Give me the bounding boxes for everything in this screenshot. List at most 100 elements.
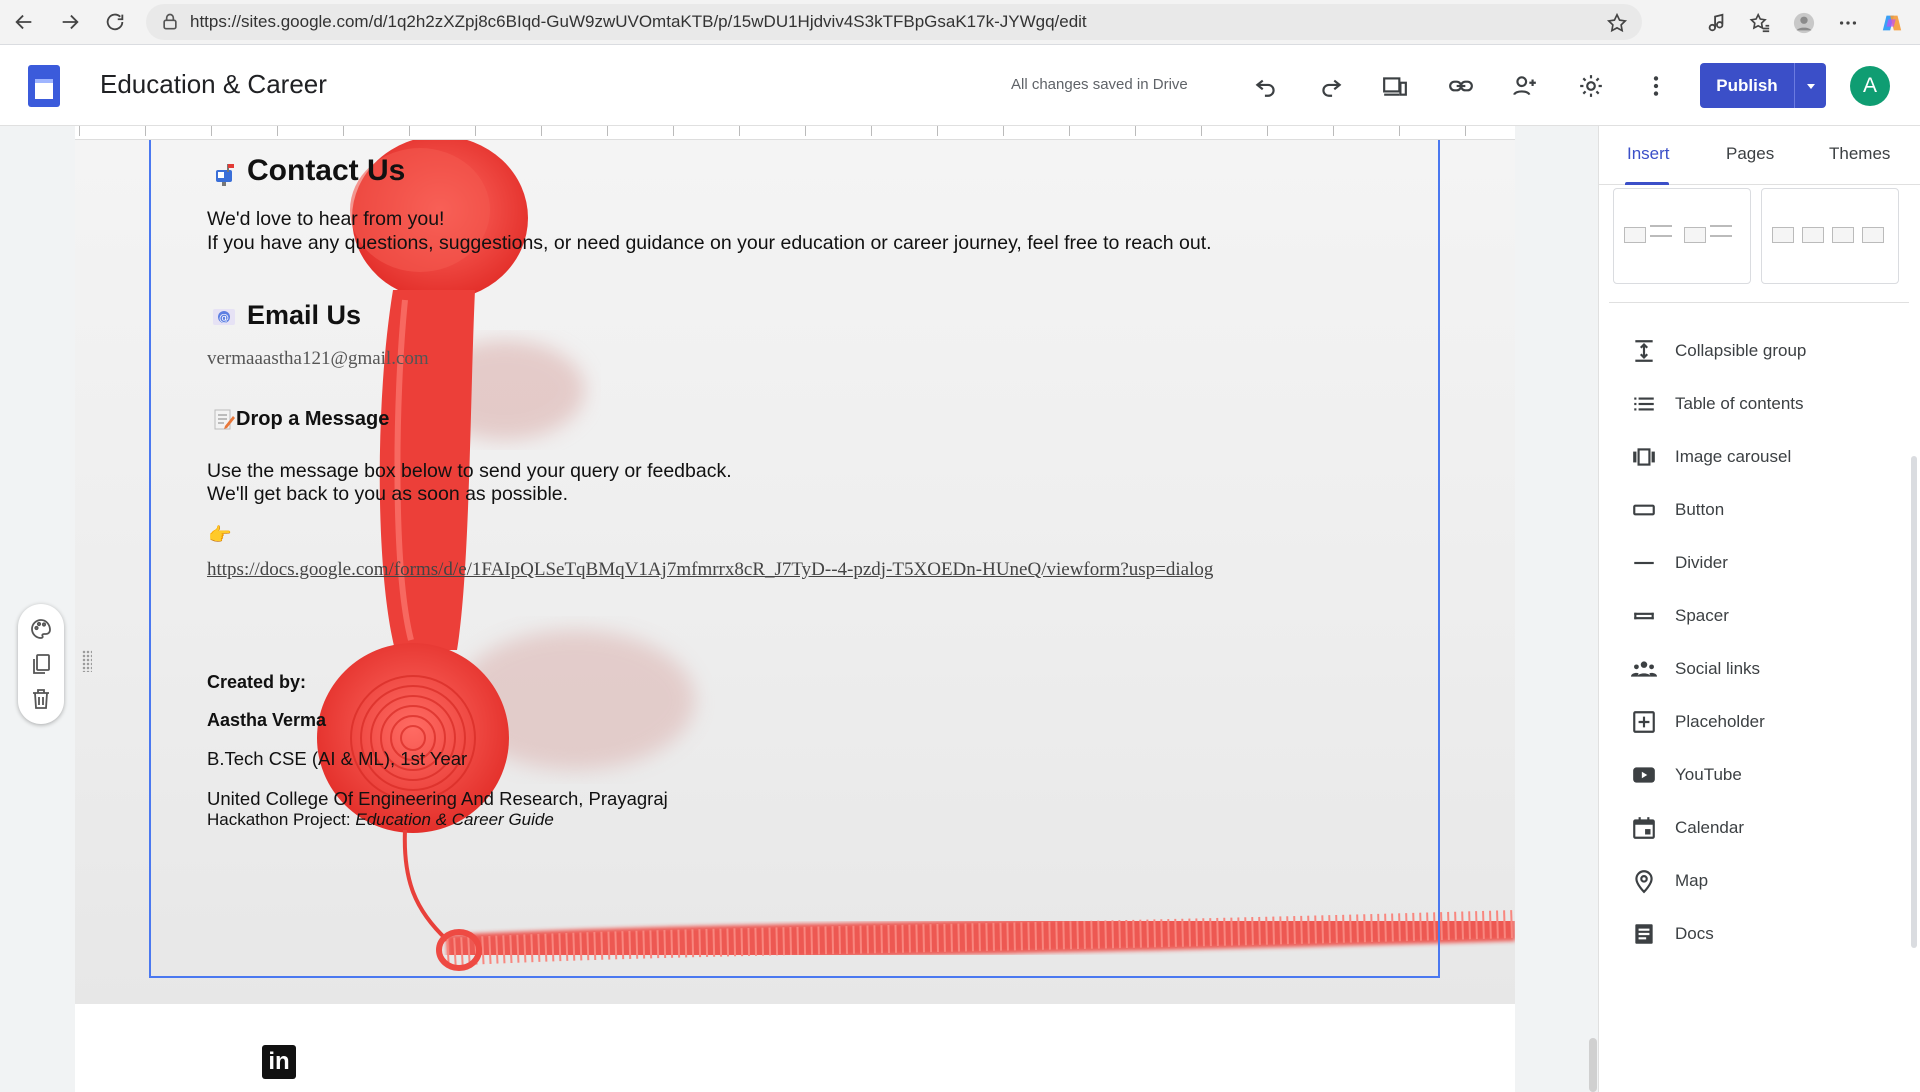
map-pin-icon [1629,866,1659,896]
docs-icon [1629,919,1659,949]
contact-heading: Contact Us [247,154,406,187]
sites-toolbar: Education & Career All changes saved in … [0,45,1920,126]
add-person-icon [1513,76,1536,96]
item-label: Spacer [1675,605,1729,625]
item-label: Button [1675,499,1725,519]
layout-four-images[interactable] [1761,188,1899,284]
project-name: Education & Career Guide [355,810,554,829]
more-options-button[interactable] [1637,67,1675,105]
profile-button[interactable] [1782,3,1826,43]
contact-line-2: If you have any questions, suggestions, … [207,232,1212,254]
link-icon [1449,80,1473,92]
pointing-hand-emoji: 👉 [208,525,232,546]
insert-calendar[interactable]: Calendar [1599,801,1920,854]
insert-divider[interactable]: Divider [1599,536,1920,589]
created-by-label: Created by: [207,672,307,692]
trash-icon[interactable] [29,687,53,711]
gear-icon [1580,75,1602,97]
people-icon [1629,654,1659,684]
vertical-dots-icon [1653,76,1659,96]
ellipsis-icon [1839,20,1857,25]
insert-map[interactable]: Map [1599,854,1920,907]
insert-docs[interactable]: Docs [1599,907,1920,960]
copy-link-button[interactable] [1442,67,1480,105]
project-prefix: Hackathon Project: [207,810,356,829]
preview-button[interactable] [1376,67,1414,105]
item-label: Map [1675,870,1709,890]
email-address: vermaaastha121@gmail.com [207,348,429,369]
save-status: All changes saved in Drive [1011,76,1188,93]
publish-label: Publish [1716,75,1778,95]
profile-icon [1793,12,1815,33]
collapsible-icon [1629,336,1659,366]
extension-button[interactable] [1694,3,1738,43]
insert-table-of-contents[interactable]: Table of contents [1599,377,1920,430]
item-label: YouTube [1675,764,1742,784]
contact-section[interactable]: Contact Us We'd love to hear from you! I… [75,140,1515,1004]
insert-placeholder[interactable]: Placeholder [1599,695,1920,748]
more-button[interactable] [1826,3,1870,43]
sparkle-icon[interactable] [1410,1084,1436,1092]
layout-line [1650,225,1672,227]
account-avatar[interactable]: A [1850,66,1890,106]
layout-two-image-text[interactable] [1613,188,1751,284]
mailbox-icon [216,164,234,186]
caret-down-icon [1806,83,1815,89]
copilot-button[interactable] [1870,3,1914,43]
insert-social-links[interactable]: Social links [1599,642,1920,695]
item-label: Docs [1675,923,1714,943]
back-button[interactable] [4,2,44,42]
divider-icon [1629,548,1659,578]
youtube-icon [1629,760,1659,790]
url-text: https://sites.google.com/d/1q2h2zXZpj8c6… [190,12,1087,31]
email-heading: Email Us [247,300,362,330]
canvas-scrollbar[interactable] [1589,1038,1597,1092]
address-bar[interactable]: https://sites.google.com/d/1q2h2zXZpj8c6… [146,4,1642,40]
list-icon [1629,389,1659,419]
reload-button[interactable] [95,2,135,42]
item-label: Collapsible group [1675,340,1807,360]
linkedin-icon[interactable]: in [262,1045,296,1079]
forward-button[interactable] [50,2,90,42]
settings-button[interactable] [1572,67,1610,105]
insert-panel: Insert Pages Themes Collapsible group Ta… [1598,126,1920,1092]
tab-insert[interactable]: Insert [1627,144,1670,164]
tab-themes[interactable]: Themes [1829,144,1890,164]
site-title[interactable]: Education & Career [100,69,327,100]
item-label: Social links [1675,658,1761,678]
publish-dropdown[interactable] [1794,63,1826,108]
panel-scrollbar[interactable] [1911,456,1917,948]
anchor-icon[interactable] [1466,1084,1492,1092]
insert-youtube[interactable]: YouTube [1599,748,1920,801]
active-tab-indicator [1625,182,1669,185]
insert-image-carousel[interactable]: Image carousel [1599,430,1920,483]
redo-icon [1322,79,1342,97]
panel-divider [1609,302,1909,303]
layout-line [1650,235,1672,237]
email-icon: @ [213,309,235,325]
insert-button[interactable]: Button [1599,483,1920,536]
memo-icon [214,409,235,430]
publish-button[interactable]: Publish [1700,63,1826,108]
redo-button[interactable] [1312,67,1350,105]
favorites-button[interactable] [1738,3,1782,43]
duplicate-icon[interactable] [29,652,53,676]
undo-icon [1255,79,1275,97]
form-link[interactable]: https://docs.google.com/forms/d/e/1FAIpQ… [207,559,1213,581]
devices-icon [1383,77,1407,96]
ruler [75,126,1515,140]
site-info-icon[interactable] [160,12,180,32]
author-course: B.Tech CSE (AI & ML), 1st Year [207,748,468,769]
google-sites-logo[interactable] [28,65,60,107]
reload-icon [106,13,124,31]
palette-icon[interactable] [29,617,53,641]
section-corner-actions [1410,1084,1492,1092]
insert-collapsible-group[interactable]: Collapsible group [1599,324,1920,377]
section-drag-handle[interactable] [82,650,92,672]
arrow-right-icon [62,14,79,30]
insert-spacer[interactable]: Spacer [1599,589,1920,642]
bookmark-star-icon[interactable] [1606,12,1628,34]
undo-button[interactable] [1247,67,1285,105]
tab-pages[interactable]: Pages [1726,144,1774,164]
share-button[interactable] [1506,67,1544,105]
